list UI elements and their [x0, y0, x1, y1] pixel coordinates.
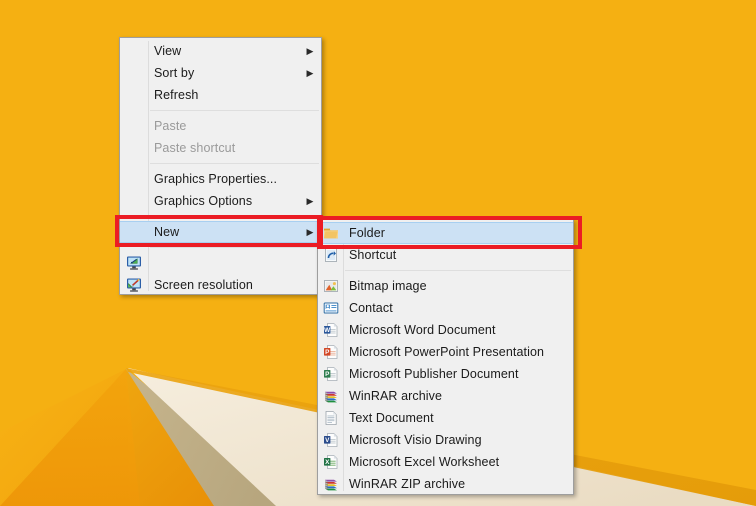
submenu-item-word-document[interactable]: W Microsoft Word Document [318, 319, 573, 341]
menu-item-paste: Paste [120, 115, 321, 137]
monitor-personalize-icon [120, 277, 148, 293]
submenu-separator [345, 270, 571, 271]
submenu-item-winrar-zip-archive[interactable]: WinRAR ZIP archive [318, 473, 573, 495]
submenu-item-winrar-archive[interactable]: WinRAR archive [318, 385, 573, 407]
svg-text:P: P [325, 371, 330, 378]
chevron-right-icon: ▶ [306, 45, 314, 56]
menu-item-label: Graphics Options [154, 193, 253, 208]
submenu-item-label: Microsoft Word Document [349, 322, 496, 337]
submenu-item-label: Microsoft PowerPoint Presentation [349, 344, 545, 359]
menu-separator [150, 163, 319, 164]
menu-item-label: View [154, 43, 182, 58]
desktop[interactable]: View ▶ Sort by ▶ Refresh Paste Paste sho… [0, 0, 756, 506]
submenu-item-publisher-document[interactable]: P Microsoft Publisher Document [318, 363, 573, 385]
winrar-zip-icon [318, 476, 343, 492]
submenu-item-powerpoint-presentation[interactable]: P Microsoft PowerPoint Presentation [318, 341, 573, 363]
monitor-screen-resolution-icon [120, 255, 148, 271]
submenu-item-text-document[interactable]: Text Document [318, 407, 573, 429]
menu-item-personalize[interactable]: Screen resolution [120, 274, 321, 296]
submenu-item-contact[interactable]: Contact [318, 297, 573, 319]
shortcut-icon [318, 247, 343, 263]
contact-icon [318, 300, 343, 316]
menu-item-label: Sort by [154, 65, 195, 80]
svg-text:P: P [325, 349, 330, 356]
menu-item-graphics-properties[interactable]: Graphics Properties... [120, 168, 321, 190]
bitmap-image-icon [318, 278, 343, 294]
submenu-item-label: Microsoft Excel Worksheet [349, 454, 500, 469]
menu-separator [150, 110, 319, 111]
menu-item-label: Screen resolution [154, 277, 253, 292]
menu-item-graphics-options[interactable]: Graphics Options ▶ [120, 190, 321, 212]
excel-worksheet-icon: X [318, 454, 343, 470]
powerpoint-icon: P [318, 344, 343, 360]
menu-item-label: Graphics Properties... [154, 171, 278, 186]
submenu-item-label: Text Document [349, 410, 434, 425]
menu-item-screen-resolution[interactable] [120, 252, 321, 274]
submenu-item-label: Contact [349, 300, 393, 315]
menu-item-label: Paste shortcut [154, 140, 236, 155]
chevron-right-icon: ▶ [306, 67, 314, 78]
chevron-right-icon: ▶ [306, 195, 314, 206]
menu-item-label: Paste [154, 118, 187, 133]
publisher-icon: P [318, 366, 343, 382]
menu-item-paste-shortcut: Paste shortcut [120, 137, 321, 159]
submenu-item-label: WinRAR ZIP archive [349, 476, 466, 491]
menu-item-sort-by[interactable]: Sort by ▶ [120, 62, 321, 84]
winrar-archive-icon [318, 388, 343, 404]
annotation-box-new [115, 215, 323, 247]
submenu-item-visio-drawing[interactable]: V Microsoft Visio Drawing [318, 429, 573, 451]
new-submenu[interactable]: Folder Shortcut Bitmap image Contact W M… [317, 219, 574, 495]
menu-item-view[interactable]: View ▶ [120, 40, 321, 62]
svg-text:W: W [324, 327, 331, 334]
submenu-item-excel-worksheet[interactable]: X Microsoft Excel Worksheet [318, 451, 573, 473]
submenu-item-label: WinRAR archive [349, 388, 443, 403]
menu-separator [150, 247, 319, 248]
svg-text:X: X [325, 459, 330, 466]
text-document-icon [318, 410, 343, 426]
visio-drawing-icon: V [318, 432, 343, 448]
menu-item-label: Refresh [154, 87, 199, 102]
word-document-icon: W [318, 322, 343, 338]
submenu-item-label: Microsoft Visio Drawing [349, 432, 482, 447]
submenu-item-bitmap-image[interactable]: Bitmap image [318, 275, 573, 297]
desktop-context-menu[interactable]: View ▶ Sort by ▶ Refresh Paste Paste sho… [119, 37, 322, 295]
menu-item-refresh[interactable]: Refresh [120, 84, 321, 106]
submenu-item-label: Shortcut [349, 247, 397, 262]
svg-text:V: V [325, 437, 330, 444]
annotation-box-folder [317, 216, 582, 249]
submenu-item-label: Bitmap image [349, 278, 427, 293]
submenu-item-label: Microsoft Publisher Document [349, 366, 519, 381]
